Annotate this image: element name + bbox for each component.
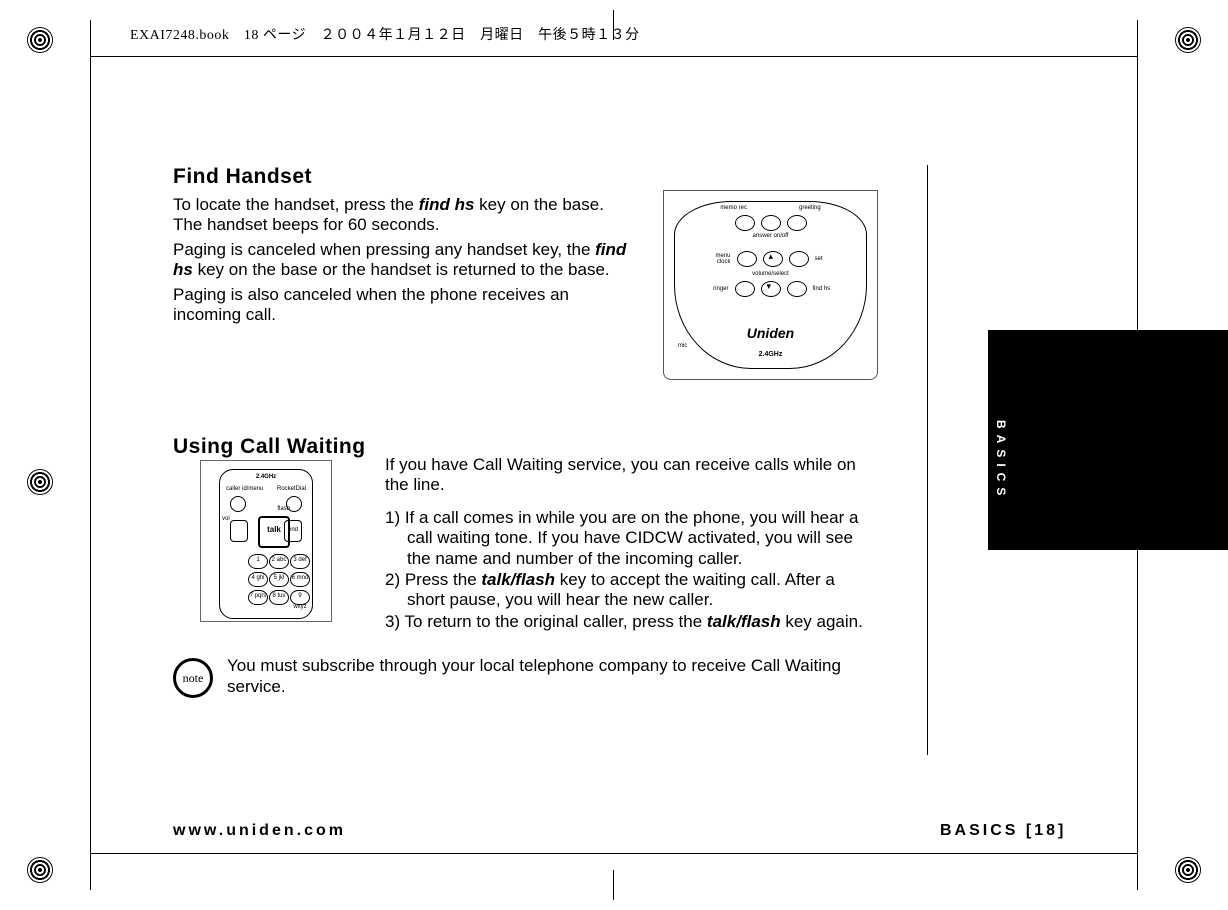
registration-mark-icon <box>20 462 60 502</box>
vertical-rule <box>927 165 928 755</box>
note-callout: note You must subscribe through your loc… <box>173 656 873 698</box>
key-name: talk/flash <box>707 612 781 631</box>
list-item: 1) If a call comes in while you are on t… <box>385 508 870 569</box>
crop-frame <box>90 853 1138 854</box>
print-header: EXAI7248.book 18 ページ ２００４年１月１２日 月曜日 午後５時… <box>130 24 640 44</box>
key-name: find hs <box>419 195 475 214</box>
note-icon: note <box>173 658 213 698</box>
key-name: talk/flash <box>481 570 555 589</box>
handset-illustration: 2.4GHz caller id/menu RocketDial talk en… <box>200 460 332 622</box>
section-title-find-handset: Find Handset <box>173 165 873 189</box>
note-text: You must subscribe through your local te… <box>227 656 873 697</box>
call-waiting-text: If you have Call Waiting service, you ca… <box>385 455 870 633</box>
section-tab-label: BASICS <box>994 420 1008 501</box>
footer-page: BASICS [18] <box>940 822 1066 840</box>
registration-mark-icon <box>1168 20 1208 60</box>
registration-mark-icon <box>20 20 60 60</box>
list-item: 2) Press the talk/flash key to accept th… <box>385 570 870 611</box>
paragraph: To locate the handset, press the find hs… <box>173 195 633 236</box>
registration-mark-icon <box>1168 850 1208 890</box>
thumb-tab <box>988 330 1228 550</box>
crop-frame <box>90 20 91 890</box>
footer-url: www.uniden.com <box>173 822 346 840</box>
base-unit-illustration: memo recgreeting answer on/off menuclock… <box>663 190 878 380</box>
paragraph: Paging is canceled when pressing any han… <box>173 240 633 281</box>
registration-mark-icon <box>20 850 60 890</box>
paragraph: Paging is also canceled when the phone r… <box>173 285 633 326</box>
crop-frame <box>90 56 1138 57</box>
crop-tick <box>613 870 614 900</box>
brand-logo: Uniden <box>747 325 794 341</box>
paragraph: If you have Call Waiting service, you ca… <box>385 455 870 496</box>
list-item: 3) To return to the original caller, pre… <box>385 612 870 632</box>
